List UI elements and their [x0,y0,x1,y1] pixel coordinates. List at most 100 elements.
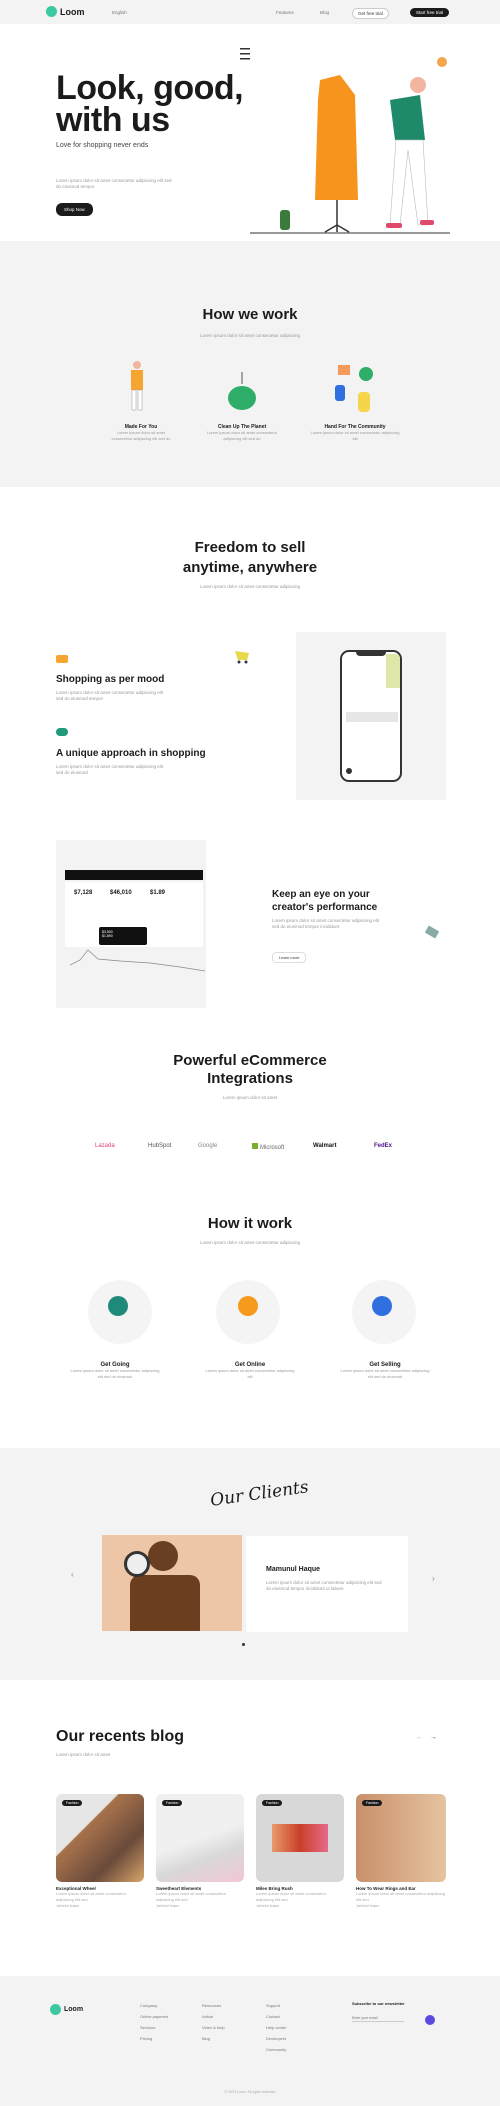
logo-hubspot: HubSpot [148,1143,172,1149]
blog-post-desc: Lorem ipsum dolor sit amet consectetur a… [156,1891,227,1902]
integrations-title-line1: Powerful eCommerce [173,1052,327,1069]
blog-tag: Fashion [162,1800,183,1806]
footer-link[interactable]: Help center [266,2022,286,2033]
footer-link[interactable]: Online payment [140,2011,168,2022]
footer-heading: Resources [202,2003,222,2008]
how-we-work-section [0,241,500,487]
dashboard-header-bar [65,870,203,880]
nav-link-features[interactable]: Features [276,10,294,15]
carousel-dot[interactable] [242,1643,245,1646]
copyright: © 2023 Loom. All rights reserved [224,2090,276,2094]
hero-title-line1: Look, good, [56,69,244,107]
navbar: Loom English Features Blog Get free tria… [0,0,500,24]
newsletter-email-input[interactable] [352,2014,404,2022]
woman-head [410,77,426,93]
phone-mockup [340,650,402,782]
blog-post-desc: Lorem ipsum dolor sit amet consectetur a… [56,1891,127,1902]
nav-link-blog[interactable]: Blog [320,10,329,15]
blog-next-arrow[interactable]: → [430,1734,437,1741]
blog-subtitle: Lorem ipsum dolor sit amet [56,1752,111,1757]
footer-link[interactable]: Pricing [140,2033,168,2044]
footer-column: Support Contact Help center Developers C… [266,2000,286,2055]
plant-pot [280,210,290,230]
blog-author: Jahidul Islam [56,1903,80,1908]
feature-shopping-mood-desc: Lorem ipsum dolor sit amet consectetur a… [56,690,164,701]
freedom-subtitle: Lorem ipsum dolor sit amet consectetur a… [199,584,301,589]
blog-tag: Fashion [362,1800,383,1806]
stat-earnings: $7,128 [74,890,93,896]
hamburger-icon [240,48,250,60]
deco-star [437,57,447,67]
footer-heading: Support [266,2003,281,2008]
blog-title: Our recents blog [56,1728,185,1745]
clean-planet-illustration [228,372,256,410]
subscribe-button[interactable] [425,2015,435,2025]
signup-button[interactable]: Get free trial [352,8,389,19]
blog-image: Fashion [156,1794,244,1882]
line-chart [70,949,205,972]
feature-made-for-you: Made For You Lorem ipsum dolor sit amet … [106,424,176,442]
footer-column: Resources Article Video & help Blog [202,2000,225,2044]
freedom-title-line1: Freedom to sell [194,539,306,556]
tooltip-value: $1,890 [102,934,113,938]
footer [0,1976,500,2106]
stat-sales: $46,010 [110,890,132,896]
step-desc: Lorem ipsum dolor sit amet consectetur a… [70,1368,160,1379]
mood-icon [56,655,68,663]
get-online-icon [238,1296,258,1316]
step-desc: Lorem ipsum dolor sit amet consectetur a… [340,1368,430,1379]
brand-logo[interactable]: Loom [46,6,85,17]
step-get-going: Get Going Lorem ipsum dolor sit amet con… [70,1362,160,1380]
footer-link[interactable]: Contact [266,2011,286,2022]
newsletter-title: Subscribe to our newsletter [352,2001,405,2006]
integrations-title: Powerful eCommerce Integrations [0,1052,500,1088]
blog-image: Fashion [56,1794,144,1882]
login-button[interactable]: Start free trial [410,8,450,17]
brand-name: Loom [60,6,85,17]
footer-link[interactable]: Video & help [202,2022,225,2033]
feature-desc: Lorem ipsum dolor sit amet consectetur a… [310,430,400,441]
feature-desc: Lorem ipsum dolor sit amet consectetur a… [111,430,171,441]
blog-prev-arrow[interactable]: ← [416,1734,423,1741]
logo-fedex: FedEx [374,1143,393,1149]
logo-lazada: Lazada [95,1143,115,1149]
hero-title: Look, good, with us [56,69,244,137]
feature-unique-approach-title: A unique approach in shopping [56,748,206,759]
integrations-title-line2: Integrations [207,1070,293,1087]
blog-card[interactable]: Fashion How To Wear Rings and Ear Lorem … [356,1794,446,1909]
blog-card[interactable]: Fashion Exceptional Wheel Lorem ipsum do… [56,1794,144,1909]
made-for-you-illustration [131,361,143,411]
integrations-subtitle: Lorem ipsum dolor sit amet [222,1095,278,1100]
how-we-work-subtitle: Lorem ipsum dolor sit amet consectetur a… [199,333,301,338]
blog-card[interactable]: Fashion Sweetheart Elements Lorem ipsum … [156,1794,244,1909]
footer-link[interactable]: Developers [266,2033,286,2044]
performance-title-line1: Keep an eye on your [272,889,370,900]
footer-link[interactable]: Services [140,2022,168,2033]
footer-link[interactable]: Blog [202,2033,225,2044]
blog-tag: Fashion [62,1800,83,1806]
language-selector[interactable]: English [112,10,127,15]
blog-image: Fashion [256,1794,344,1882]
carousel-next-arrow[interactable]: › [432,1574,435,1583]
footer-link[interactable]: Community [266,2044,286,2055]
footer-logo[interactable]: Loom [50,2004,83,2015]
logo-microsoft-text: Microsoft [260,1145,285,1151]
stat-avg: $1.89 [150,890,166,896]
performance-title-line2: creator's performance [272,902,378,913]
freedom-title-line2: anytime, anywhere [182,559,318,576]
step-get-selling: Get Selling Lorem ipsum dolor sit amet c… [340,1362,430,1380]
hero-illustration [240,48,450,234]
woman-shirt [390,95,425,140]
blog-tag: Fashion [262,1800,283,1806]
logo-icon [50,2004,61,2015]
how-we-work-title: How we work [202,306,298,323]
blog-author: Jahidul Islam [156,1903,180,1908]
blog-card[interactable]: Fashion Miles Bring Rush Lorem ipsum dol… [256,1794,344,1909]
shop-now-button[interactable]: Shop Now [56,203,93,216]
footer-link[interactable]: Article [202,2011,225,2022]
carousel-prev-arrow[interactable]: ‹ [71,1570,74,1579]
blog-author: Jahidul Islam [256,1903,280,1908]
chart-tooltip: $3,500 $1,890 [99,927,147,945]
learn-more-button[interactable]: Learn more [272,952,307,963]
approach-icon [56,728,68,736]
